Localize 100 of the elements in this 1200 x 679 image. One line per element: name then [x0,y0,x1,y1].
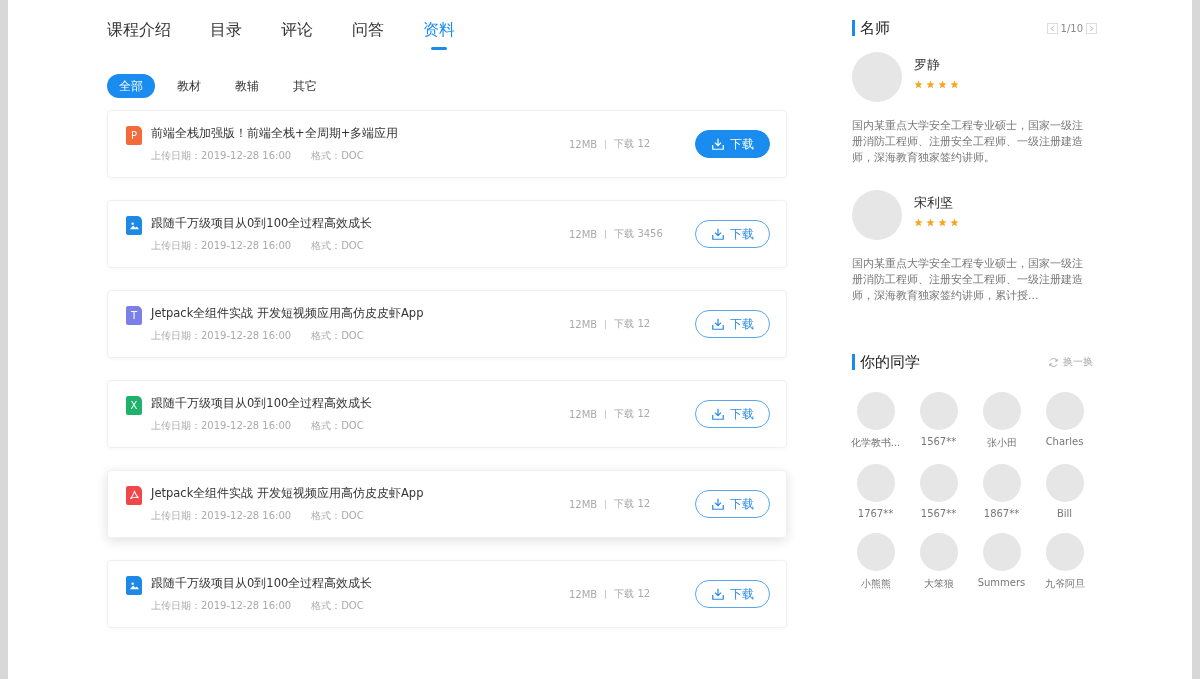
avatar [856,533,895,571]
avatar [919,392,958,430]
avatar [852,190,902,240]
teacher-bio: 国内某重点大学安全工程专业硕士，国家一级注册消防工程师、注册安全工程师、一级注册建造师，深海教育独家签约讲师。 [852,118,1084,166]
download-icon [711,137,725,151]
star-icon [950,218,959,227]
classmate-name: 1767** [857,508,894,519]
file-title: 跟随千万级项目从0到100全过程高效成长 [151,395,374,411]
filter-pill[interactable]: 全部 [107,74,155,98]
teacher-name: 罗静 [914,56,941,74]
classmate-name: 小熊熊 [860,577,891,591]
file-size: 12MB [569,228,598,240]
classmate-name: 化学教书... [850,436,901,450]
download-icon [711,227,725,241]
panel-title: 你的同学 [852,354,920,370]
avatar [1045,464,1084,502]
star-icon [938,218,947,227]
download-count: 下载 12 [614,497,651,511]
avatar [982,533,1021,571]
chevron-left-icon [1048,24,1056,32]
avatar [919,533,958,571]
tab[interactable]: 目录 [210,18,242,50]
classmate-name: 1567** [920,436,957,447]
star-icon [938,80,947,89]
file-size: 12MB [569,408,598,420]
file-size: 12MB [569,588,598,600]
filter-pill[interactable]: 教材 [165,74,213,98]
teacher-bio: 国内某重点大学安全工程专业硕士，国家一级注册消防工程师、注册安全工程师、一级注册建造师，深海教育独家签约讲师，累计授... [852,256,1084,304]
file-title: Jetpack全组件实战 开发短视频应用高仿皮皮虾App [151,305,425,321]
classmate-name: Summers [977,577,1026,588]
classmate-name: Charles [1045,436,1084,447]
file-format: 格式：DOC [311,328,364,343]
avatar [982,392,1021,430]
download-count: 下载 12 [614,407,651,421]
tab[interactable]: 课程介绍 [107,18,171,50]
file-title: Jetpack全组件实战 开发短视频应用高仿皮皮虾App [151,485,425,501]
upload-date: 上传日期：2019-12-28 16:00 [151,508,292,523]
file-format: 格式：DOC [311,598,364,613]
filter-pill[interactable]: 教辅 [223,74,271,98]
file-title: 跟随千万级项目从0到100全过程高效成长 [151,215,374,231]
page-indicator: 1/10 [1060,22,1083,34]
classmate-name: Bill [1056,508,1073,519]
tab[interactable]: 问答 [352,18,384,50]
download-icon [711,497,725,511]
file-format: 格式：DOC [311,148,364,163]
download-button[interactable]: 下载 [695,580,770,608]
download-count: 下载 12 [614,317,651,331]
teacher-name: 宋利坚 [914,194,954,212]
download-icon [711,407,725,421]
star-icon [926,218,935,227]
file-format: 格式：DOC [311,238,364,253]
avatar [982,464,1021,502]
download-button[interactable]: 下载 [695,400,770,428]
avatar [852,52,902,102]
upload-date: 上传日期：2019-12-28 16:00 [151,148,292,163]
classmate-name: 1867** [983,508,1020,519]
file-title: 跟随千万级项目从0到100全过程高效成长 [151,575,374,591]
classmate-name: 张小田 [986,436,1017,450]
upload-date: 上传日期：2019-12-28 16:00 [151,418,292,433]
download-icon [711,587,725,601]
download-button[interactable]: 下载 [695,220,770,248]
download-count: 下载 12 [614,137,651,151]
refresh-icon [1048,356,1059,368]
classmate-name: 大笨狼 [923,577,954,591]
tab[interactable]: 资料 [423,18,455,50]
download-button[interactable]: 下载 [695,310,770,338]
panel-title: 名师 [852,20,890,36]
file-title: 前端全栈加强版！前端全栈+全周期+多端应用 [151,125,400,141]
star-icon [926,80,935,89]
file-size: 12MB [569,498,598,510]
avatar [1045,533,1084,571]
avatar [856,392,895,430]
filter-pill[interactable]: 其它 [281,74,329,98]
file-size: 12MB [569,318,598,330]
upload-date: 上传日期：2019-12-28 16:00 [151,328,292,343]
next-button[interactable] [1086,22,1097,34]
avatar [919,464,958,502]
upload-date: 上传日期：2019-12-28 16:00 [151,598,292,613]
download-button[interactable]: 下载 [695,490,770,518]
file-icon: X [126,396,142,415]
previous-button[interactable] [1046,22,1058,34]
avatar [1045,392,1084,430]
star-icon [950,80,959,89]
download-count: 下载 3456 [614,227,663,241]
star-icon [914,218,923,227]
file-format: 格式：DOC [311,508,364,523]
chevron-right-icon [1088,24,1095,32]
avatar [856,464,895,502]
download-icon [711,317,725,331]
tab[interactable]: 评论 [281,18,313,50]
star-icon [914,80,923,89]
classmate-name: 九爷阿旦 [1044,577,1085,591]
file-icon: P [126,126,142,145]
file-size: 12MB [569,138,598,150]
file-icon: T [126,306,142,325]
download-button[interactable]: 下载 [695,130,770,158]
upload-date: 上传日期：2019-12-28 16:00 [151,238,292,253]
file-format: 格式：DOC [311,418,364,433]
download-count: 下载 12 [614,587,651,601]
classmate-name: 1567** [920,508,957,519]
